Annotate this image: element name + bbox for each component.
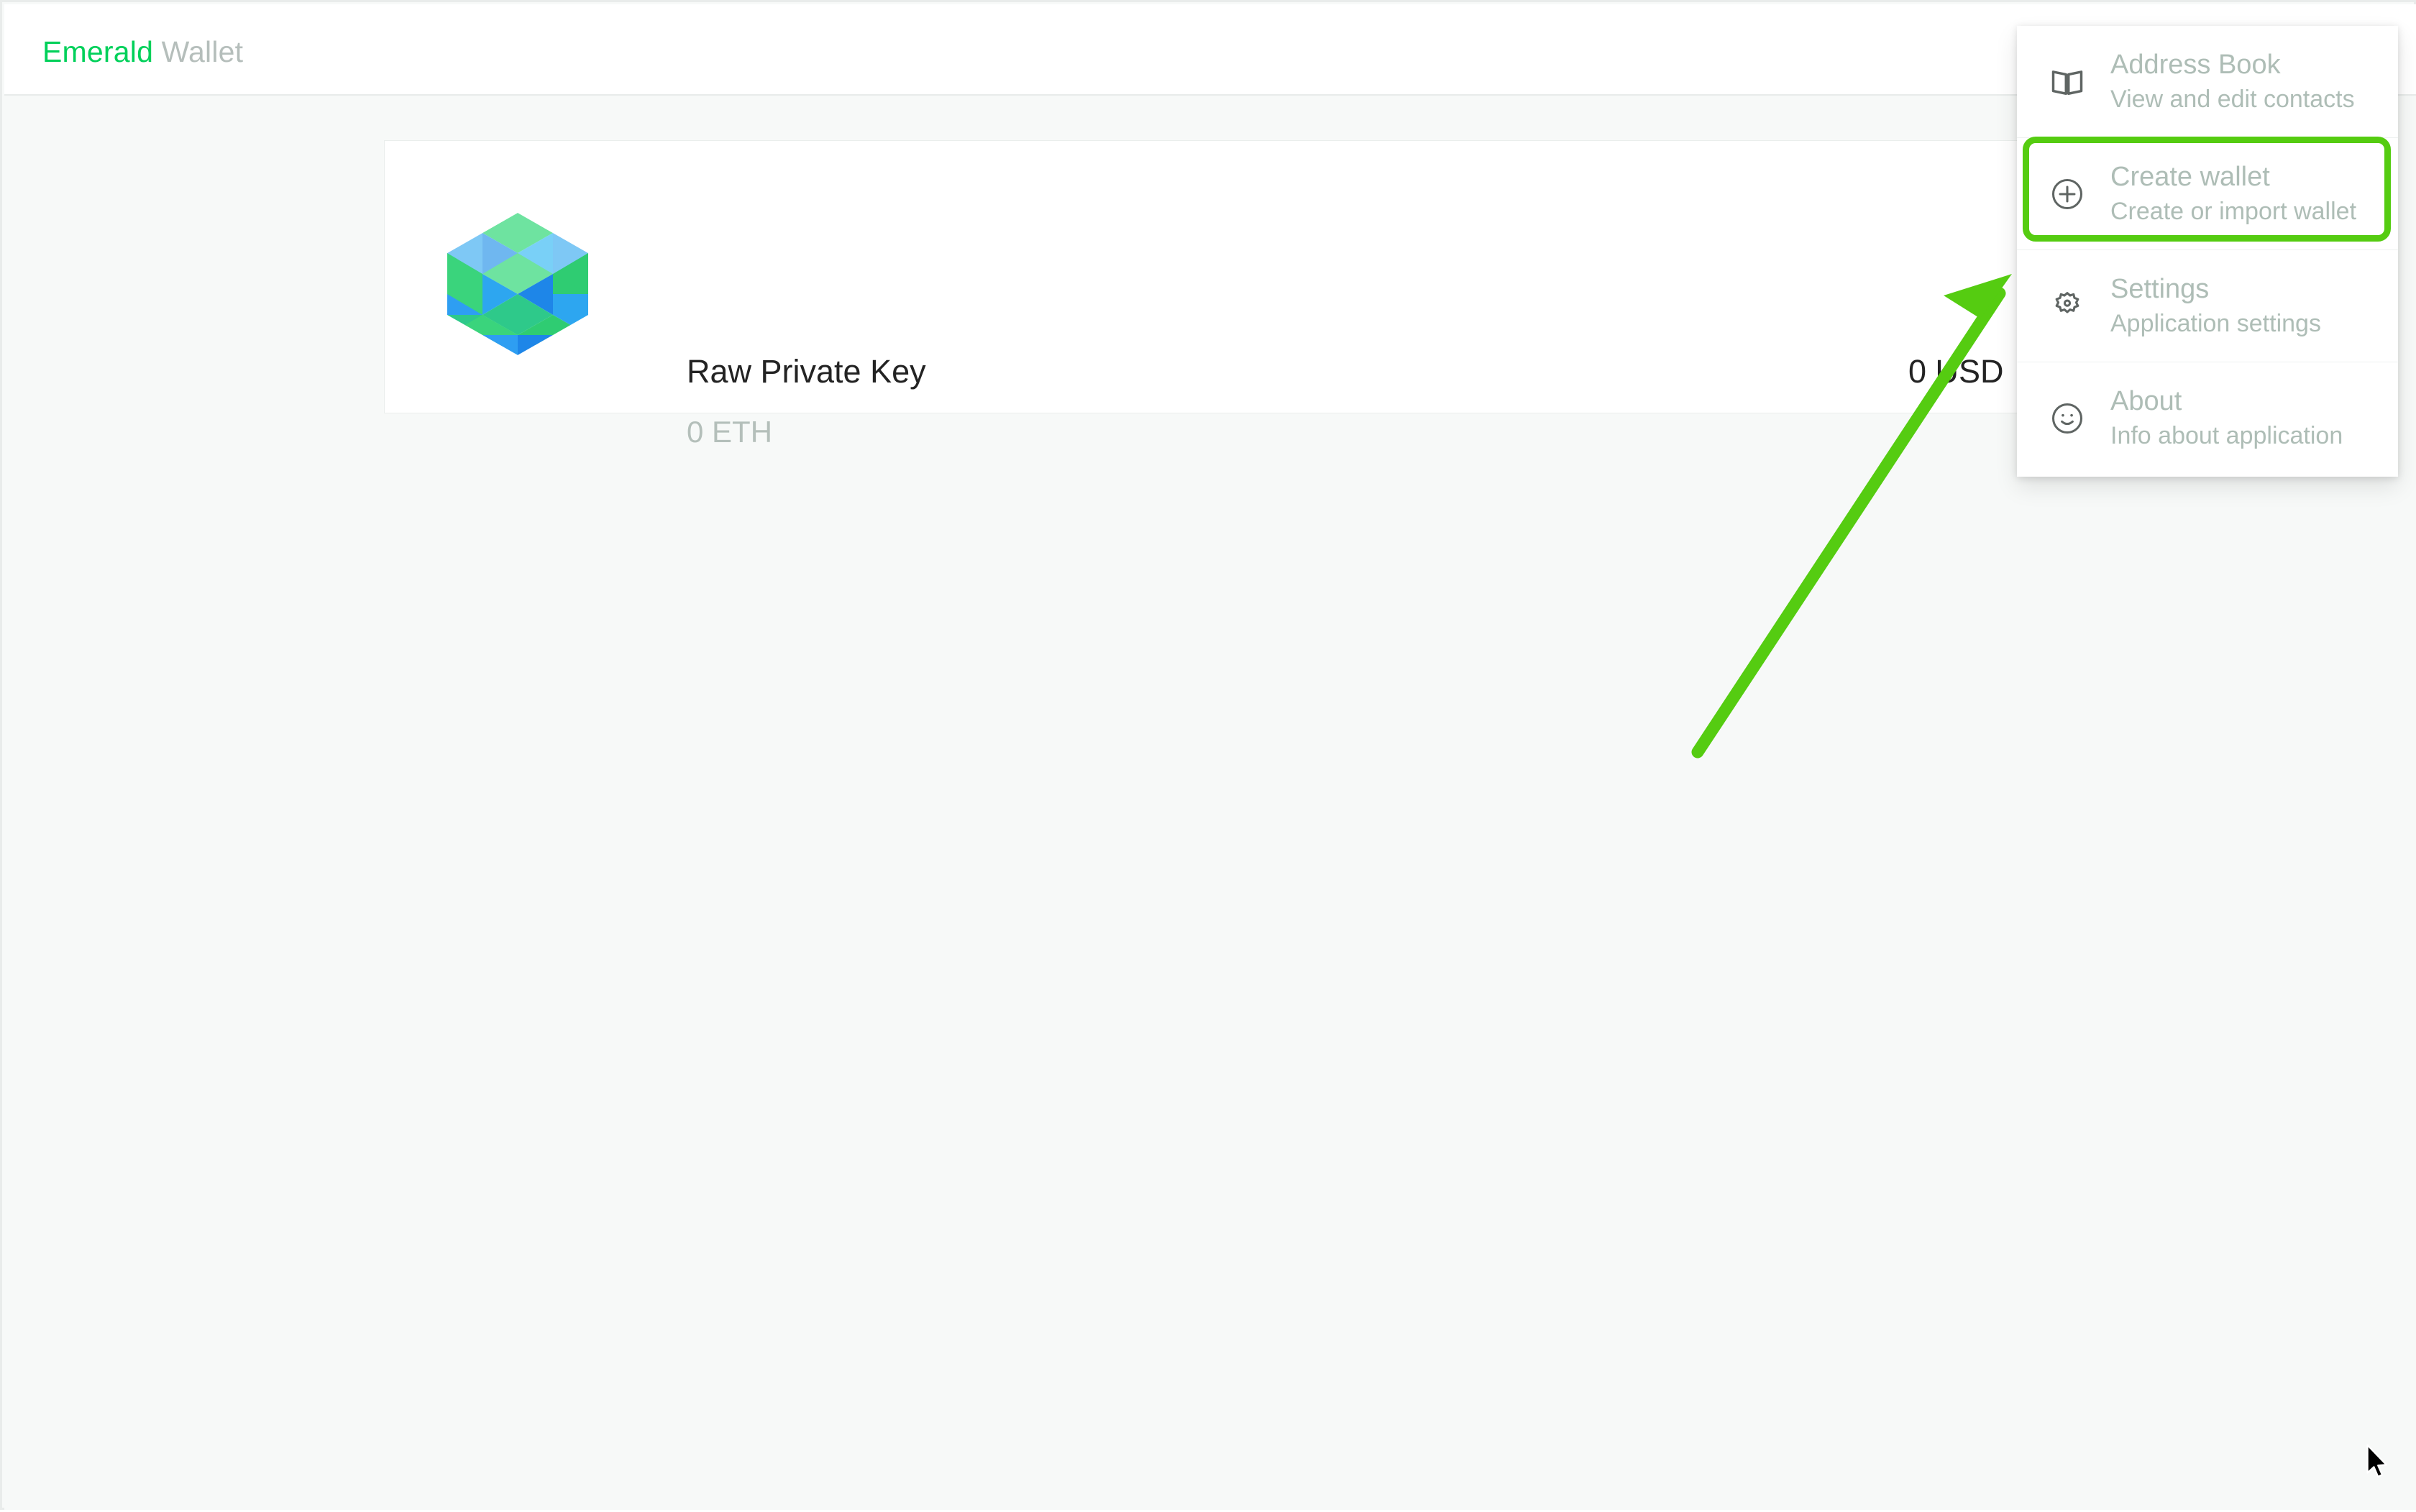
brand-emerald-text: Emerald (42, 35, 153, 68)
wallet-identicon-icon (447, 213, 589, 355)
menu-item-subtitle: Info about application (2110, 418, 2343, 453)
menu-item-address-book[interactable]: Address Book View and edit contacts (2017, 26, 2398, 138)
menu-item-title: Settings (2110, 272, 2321, 306)
plus-circle-icon (2047, 174, 2087, 214)
wallet-fiat-balance: 0 USD (1908, 354, 2004, 390)
menu-item-title: About (2110, 384, 2343, 418)
wallet-name: Raw Private Key (687, 354, 926, 390)
menu-item-subtitle: Create or import wallet (2110, 194, 2356, 229)
wallet-balance: 0 ETH (687, 416, 772, 449)
app-window: Emerald Wallet (0, 0, 2416, 1510)
menu-item-title: Address Book (2110, 47, 2355, 82)
main-menu-panel: Address Book View and edit contacts Crea… (2017, 26, 2398, 477)
gear-icon (2047, 286, 2087, 326)
menu-item-title: Create wallet (2110, 160, 2356, 194)
menu-item-settings[interactable]: Settings Application settings (2017, 250, 2398, 362)
menu-item-create-wallet[interactable]: Create wallet Create or import wallet (2017, 138, 2398, 250)
smiley-icon (2047, 398, 2087, 439)
app-brand: Emerald Wallet (42, 36, 243, 68)
menu-item-subtitle: View and edit contacts (2110, 82, 2355, 116)
menu-item-about[interactable]: About Info about application (2017, 362, 2398, 475)
menu-item-subtitle: Application settings (2110, 306, 2321, 341)
book-icon (2047, 62, 2087, 102)
brand-wallet-text: Wallet (162, 35, 244, 68)
